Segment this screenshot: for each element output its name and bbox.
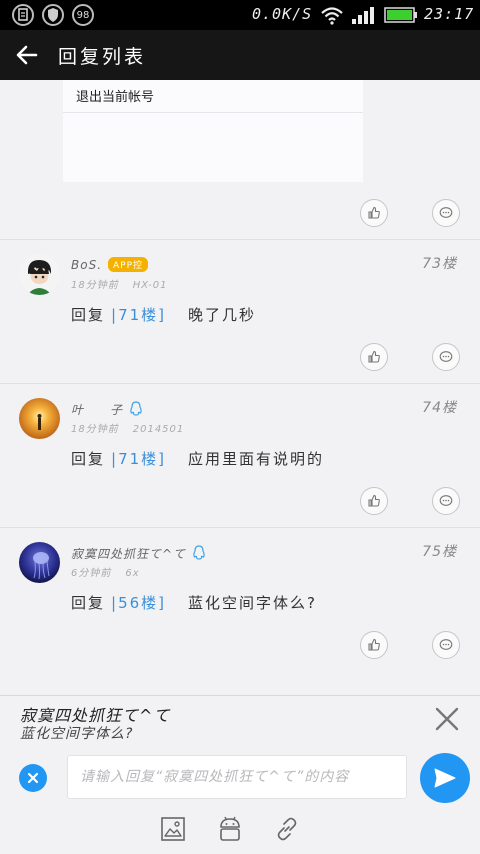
- floor-number: 73楼: [422, 256, 457, 272]
- post-device: HX-01: [132, 280, 168, 291]
- like-button[interactable]: [360, 199, 388, 227]
- clock: 23:17: [424, 5, 475, 23]
- like-button[interactable]: [360, 631, 388, 659]
- reply-content: 回复 |71楼] 晚了几秒: [71, 304, 256, 325]
- username-text: BoS.: [71, 258, 103, 272]
- username[interactable]: BoS. APP控: [71, 257, 149, 272]
- username-text: 寂寞四处抓狂て^て: [71, 547, 187, 561]
- comment-bubble-icon: [439, 351, 453, 362]
- image-icon[interactable]: [160, 816, 186, 842]
- post-device: 6x: [125, 568, 140, 579]
- post-meta: 18分钟前 HX-01: [71, 276, 168, 291]
- send-button[interactable]: [420, 753, 470, 803]
- back-arrow-icon[interactable]: [14, 42, 40, 68]
- reply-list[interactable]: 退出当前帐号 BoS. APP控 18分钟前 HX-01 73楼 回复 |71楼] 晚了…: [0, 80, 480, 695]
- post-device: 2014501: [132, 424, 185, 435]
- avatar-cartoon-icon: [19, 254, 60, 295]
- post-meta: 6分钟前 6x: [71, 564, 140, 579]
- reply-floor-link[interactable]: |71楼]: [111, 306, 166, 324]
- post-item: 叶 子 18分钟前 2014501 74楼 回复 |71楼] 应用里面有说明的: [0, 384, 480, 528]
- quoted-content: 退出当前帐号: [63, 80, 363, 182]
- comment-button[interactable]: [432, 487, 460, 515]
- reply-body: 蓝化空间字体么?: [188, 594, 317, 612]
- reply-content: 回复 |71楼] 应用里面有说明的: [71, 448, 324, 469]
- reply-input[interactable]: [68, 756, 406, 798]
- post-item: 寂寞四处抓狂て^て 6分钟前 6x 75楼 回复 |56楼] 蓝化空间字体么?: [0, 528, 480, 672]
- clear-reply-button[interactable]: [19, 764, 47, 792]
- comment-button[interactable]: [432, 631, 460, 659]
- post-time: 18分钟前: [71, 280, 119, 291]
- avatar[interactable]: [19, 542, 60, 583]
- avatar-sunset-icon: [19, 398, 60, 439]
- avatar[interactable]: [19, 254, 60, 295]
- floor-number: 75楼: [422, 544, 457, 560]
- reply-label: 回复: [71, 450, 106, 468]
- signal-icon: [352, 7, 374, 24]
- comment-button[interactable]: [432, 343, 460, 371]
- thumbs-up-icon: [368, 638, 380, 651]
- wifi-icon: [321, 7, 343, 25]
- battery-saver-badge: 98: [72, 4, 94, 26]
- comment-bubble-icon: [439, 639, 453, 650]
- thumbs-up-icon: [368, 350, 380, 363]
- like-button[interactable]: [360, 343, 388, 371]
- avatar[interactable]: [19, 398, 60, 439]
- thumbs-up-icon: [368, 206, 380, 219]
- reply-body: 应用里面有说明的: [188, 450, 325, 468]
- username[interactable]: 叶 子: [71, 401, 143, 418]
- reply-label: 回复: [71, 306, 106, 324]
- divider: [63, 112, 363, 113]
- battery-saver-value: 98: [76, 9, 90, 21]
- post-card-partial: 退出当前帐号: [0, 80, 480, 240]
- reply-content: 回复 |56楼] 蓝化空间字体么?: [71, 592, 317, 613]
- app-bar: 回复列表: [0, 30, 480, 80]
- qq-penguin-icon: [130, 401, 142, 416]
- post-meta: 18分钟前 2014501: [71, 420, 184, 435]
- username[interactable]: 寂寞四处抓狂て^て: [71, 545, 206, 562]
- user-badge: APP控: [108, 257, 149, 272]
- comment-button[interactable]: [432, 199, 460, 227]
- comment-bubble-icon: [439, 495, 453, 506]
- notification-doc-icon: [12, 4, 34, 26]
- floor-number: 74楼: [422, 400, 457, 416]
- link-icon[interactable]: [274, 816, 300, 842]
- reply-floor-link[interactable]: |71楼]: [111, 450, 166, 468]
- close-icon[interactable]: [434, 706, 460, 732]
- post-item: BoS. APP控 18分钟前 HX-01 73楼 回复 |71楼] 晚了几秒: [0, 240, 480, 384]
- close-icon: [27, 772, 39, 784]
- post-time: 6分钟前: [71, 568, 112, 579]
- page-title: 回复列表: [58, 46, 147, 68]
- username-text: 叶 子: [71, 403, 124, 417]
- battery-icon: [384, 7, 417, 23]
- thumbs-up-icon: [368, 494, 380, 507]
- shield-icon: [42, 4, 64, 26]
- quoted-line: 退出当前帐号: [76, 90, 155, 105]
- comment-bubble-icon: [439, 207, 453, 218]
- status-bar: 98 0.0K/S 23:17: [0, 0, 480, 30]
- qq-penguin-icon: [193, 545, 205, 560]
- reply-floor-link[interactable]: |56楼]: [111, 594, 166, 612]
- reply-composer: 寂寞四处抓狂て^て 蓝化空间字体么?: [0, 695, 480, 854]
- send-icon: [434, 768, 456, 788]
- android-icon[interactable]: [217, 816, 243, 842]
- like-button[interactable]: [360, 487, 388, 515]
- reply-label: 回复: [71, 594, 106, 612]
- reply-target-text: 蓝化空间字体么?: [20, 726, 134, 742]
- reply-input-box: [67, 755, 407, 799]
- reply-body: 晚了几秒: [188, 306, 257, 324]
- post-time: 18分钟前: [71, 424, 119, 435]
- network-speed: 0.0K/S: [252, 5, 313, 23]
- avatar-jellyfish-icon: [19, 542, 60, 583]
